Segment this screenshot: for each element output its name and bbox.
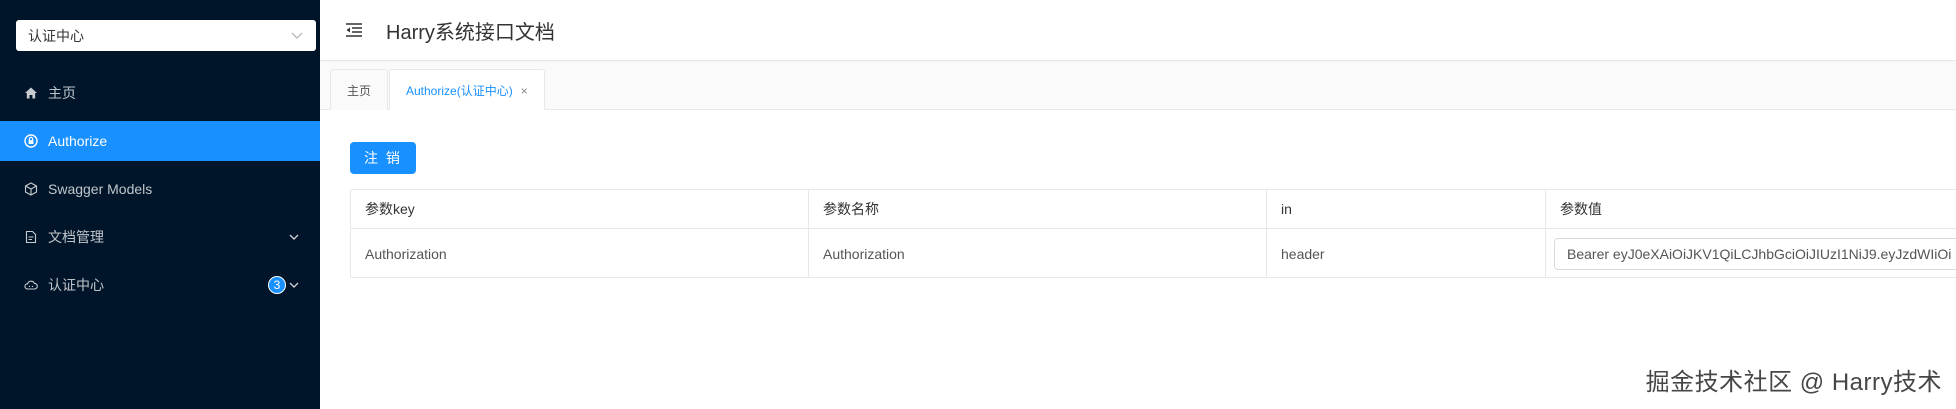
cloud-icon — [24, 278, 38, 292]
tab-label: Authorize(认证中心) — [406, 84, 513, 98]
sidebar: 认证中心 主页 Authorize Swagger Models 文档管理 认证… — [0, 0, 320, 409]
sidebar-item-auth-center[interactable]: 认证中心 3 — [0, 265, 320, 305]
sidebar-item-home[interactable]: 主页 — [0, 73, 320, 113]
param-key-cell: Authorization — [351, 229, 809, 278]
column-header: 参数名称 — [809, 190, 1267, 228]
chevron-down-icon — [288, 278, 302, 292]
main-area: Harry系统接口文档 主页 Authorize(认证中心) × 注 销 参数k… — [320, 0, 1956, 409]
sidebar-item-doc-manage[interactable]: 文档管理 — [0, 217, 320, 257]
chevron-down-icon — [290, 29, 304, 43]
param-value-cell — [1546, 229, 1956, 278]
logout-button[interactable]: 注 销 — [350, 142, 416, 174]
param-in-cell: header — [1267, 229, 1546, 278]
chevron-down-icon — [288, 230, 302, 244]
column-header: 参数key — [351, 190, 809, 228]
page-title: Harry系统接口文档 — [386, 21, 555, 44]
sidebar-item-label: Swagger Models — [48, 181, 153, 197]
sidebar-item-authorize[interactable]: Authorize — [0, 121, 320, 161]
top-header: Harry系统接口文档 — [320, 0, 1956, 61]
param-name-cell: Authorization — [809, 229, 1267, 278]
sidebar-item-swagger-models[interactable]: Swagger Models — [0, 169, 320, 209]
watermark-text: 掘金技术社区 @ Harry技术 — [1645, 369, 1942, 396]
sidebar-menu: 主页 Authorize Swagger Models 文档管理 认证中心 3 — [0, 73, 320, 313]
tab-label: 主页 — [347, 83, 372, 98]
column-header: in — [1267, 190, 1546, 228]
column-header: 参数值 — [1560, 201, 1602, 217]
authorize-panel: 注 销 参数key 参数名称 in 参数值 Authorization Auth… — [320, 110, 1956, 409]
group-select-value: 认证中心 — [28, 27, 84, 44]
sidebar-item-label: 认证中心 — [48, 277, 104, 293]
app-root: 认证中心 主页 Authorize Swagger Models 文档管理 认证… — [0, 0, 1956, 409]
auth-params-table: 参数key 参数名称 in 参数值 Authorization Authoriz… — [350, 189, 1956, 278]
param-value-input[interactable] — [1554, 237, 1956, 270]
menu-fold-icon[interactable] — [344, 20, 364, 40]
cube-icon — [24, 182, 38, 196]
close-icon[interactable]: × — [521, 84, 528, 98]
tabs-bar: 主页 Authorize(认证中心) × — [320, 62, 1956, 111]
sidebar-item-label: 文档管理 — [48, 229, 104, 245]
table-header-row: 参数key 参数名称 in 参数值 — [351, 190, 1956, 229]
tab-authorize[interactable]: Authorize(认证中心) × — [389, 69, 545, 111]
doc-manage-icon — [24, 230, 38, 244]
sidebar-item-label: 主页 — [48, 85, 76, 101]
lock-icon — [24, 134, 38, 148]
sidebar-item-label: Authorize — [48, 133, 108, 149]
count-badge: 3 — [268, 276, 286, 294]
group-select[interactable]: 认证中心 — [16, 20, 316, 51]
home-icon — [24, 86, 38, 100]
tab-home[interactable]: 主页 — [330, 69, 389, 110]
table-row: Authorization Authorization header — [351, 229, 1956, 278]
